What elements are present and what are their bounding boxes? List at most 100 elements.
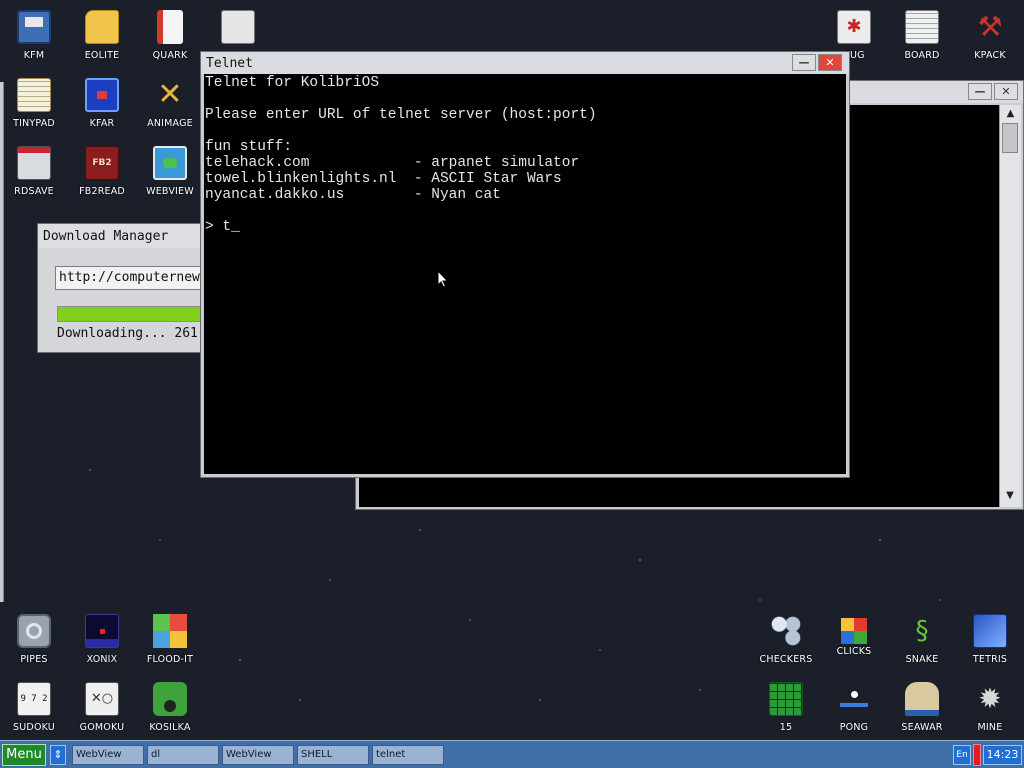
desktop-icon-fb2read[interactable]: FB2 FB2READ	[68, 138, 136, 204]
icon-label: KPACK	[974, 50, 1006, 61]
desktop-icon-tinypad[interactable]: TINYPAD	[0, 70, 68, 136]
notification-indicator[interactable]	[973, 744, 981, 766]
icon-label: PIPES	[20, 654, 48, 665]
download-progress-bar	[57, 306, 217, 322]
task-label: WebView	[76, 749, 122, 760]
book-icon: FB2	[85, 146, 119, 180]
desktop-icon-pipes[interactable]: PIPES	[0, 606, 68, 672]
desktop-icon-clicks[interactable]: CLICKS	[820, 606, 888, 672]
menu-button[interactable]: Menu	[2, 744, 46, 766]
desktop-icon-quark[interactable]: QUARK	[136, 2, 204, 68]
task-dl[interactable]: dl	[147, 745, 219, 765]
language-indicator[interactable]: En	[953, 745, 971, 765]
desktop-icon-kpack[interactable]: ⚒ KPACK	[956, 2, 1024, 68]
desktop-icon-pong[interactable]: PONG	[820, 674, 888, 740]
close-button[interactable]: ✕	[818, 54, 842, 71]
desktop-icon-kfar[interactable]: KFAR	[68, 70, 136, 136]
scroll-down-button[interactable]: ▼	[1000, 487, 1020, 505]
icon-label: TINYPAD	[13, 118, 55, 129]
window-title: Telnet	[206, 55, 253, 71]
window-switch-button[interactable]: ⇕	[50, 745, 66, 765]
fifteen-puzzle-icon	[769, 682, 803, 716]
notebook-icon	[157, 10, 183, 44]
desktop-icon-seawar[interactable]: SEAWAR	[888, 674, 956, 740]
download-status: Downloading... 261	[57, 326, 198, 341]
desktop-icon-checkers[interactable]: CHECKERS	[752, 606, 820, 672]
icon-label: WEBVIEW	[146, 186, 194, 197]
desktop-icon-sudoku[interactable]: 9 7 2 SUDOKU	[0, 674, 68, 740]
gomoku-icon: ✕○	[85, 682, 119, 716]
window-title: Download Manager	[43, 228, 169, 244]
desktop-icon-gomoku[interactable]: ✕○ GOMOKU	[68, 674, 136, 740]
calculator-icon	[221, 10, 255, 44]
pong-icon	[837, 682, 871, 716]
desktop-icon-kosilka[interactable]: KOSILKA	[136, 674, 204, 740]
terminal-line: > t_	[205, 219, 240, 235]
task-shell[interactable]: SHELL	[297, 745, 369, 765]
icon-label: FB2READ	[79, 186, 125, 197]
icon-label: SNAKE	[905, 654, 939, 665]
desktop-icon-tetris[interactable]: TETRIS	[956, 606, 1024, 672]
desktop-icon-xonix[interactable]: XONIX	[68, 606, 136, 672]
icon-label: ANIMAGE	[147, 118, 193, 129]
icon-label: KFAR	[89, 118, 115, 129]
icon-label: FLOOD-IT	[146, 654, 194, 665]
tetris-icon	[973, 614, 1007, 648]
notepad-icon	[17, 78, 51, 112]
scroll-up-button[interactable]: ▲	[1000, 105, 1021, 123]
icon-label: CHECKERS	[759, 654, 813, 665]
icon-label: SEAWAR	[901, 722, 943, 733]
pipes-icon	[17, 614, 51, 648]
checkers-icon	[769, 614, 803, 648]
task-webview-2[interactable]: WebView	[222, 745, 294, 765]
icon-label: CLICKS	[836, 646, 872, 657]
terminal-line: telehack.com - arpanet simulator	[205, 155, 580, 171]
desktop-icon-board[interactable]: BOARD	[888, 2, 956, 68]
minimize-button[interactable]: —	[792, 54, 816, 71]
mouse-cursor-icon	[437, 270, 449, 288]
url-field-value: http://computernew	[59, 270, 200, 285]
paint-tools-icon: ✕	[157, 77, 183, 112]
telnet-window: Telnet — ✕ Telnet for KolibriOS Please e…	[200, 51, 850, 478]
desktop-icon-mine[interactable]: ✹ MINE	[956, 674, 1024, 740]
rdsave-icon	[17, 146, 51, 180]
vertical-scrollbar[interactable]: ▲ ▼	[999, 105, 1021, 507]
scroll-thumb[interactable]	[1002, 123, 1018, 153]
desktop-icon-snake[interactable]: § SNAKE	[888, 606, 956, 672]
task-webview-1[interactable]: WebView	[72, 745, 144, 765]
icon-label: QUARK	[152, 50, 188, 61]
icon-label: KFM	[23, 50, 45, 61]
url-field[interactable]: http://computernew	[55, 266, 215, 290]
desktop-icon-kfm[interactable]: KFM	[0, 2, 68, 68]
icon-label: TETRIS	[972, 654, 1008, 665]
task-telnet[interactable]: telnet	[372, 745, 444, 765]
lawnmower-icon	[153, 682, 187, 716]
telnet-terminal[interactable]: Telnet for KolibriOS Please enter URL of…	[204, 74, 846, 474]
desktop-icon-eolite[interactable]: EOLITE	[68, 2, 136, 68]
icon-label: EOLITE	[84, 50, 120, 61]
terminal-line: nyancat.dakko.us - Nyan cat	[205, 187, 501, 203]
hammer-icon: ⚒	[977, 10, 1003, 43]
icon-label: PONG	[839, 722, 869, 733]
background-minimize-button[interactable]: —	[968, 83, 992, 100]
desktop-icon-rdsave[interactable]: RDSAVE	[0, 138, 68, 204]
clock[interactable]: 14:23	[983, 745, 1022, 765]
board-icon	[905, 10, 939, 44]
download-manager-titlebar[interactable]: Download Manager	[38, 224, 206, 248]
globe-icon	[153, 146, 187, 180]
desktop-icon-15[interactable]: 15	[752, 674, 820, 740]
icon-label: SUDOKU	[13, 722, 55, 733]
telnet-titlebar[interactable]: Telnet	[201, 52, 849, 74]
floppy-disk-icon	[17, 10, 51, 44]
desktop-icon-webview[interactable]: WEBVIEW	[136, 138, 204, 204]
icon-label: 15	[779, 722, 793, 733]
swap-arrows-icon: ⇕	[53, 748, 63, 761]
desktop-icon-flood-it[interactable]: FLOOD-IT	[136, 606, 204, 672]
task-label: SHELL	[301, 749, 333, 760]
desktop-icon-animage[interactable]: ✕ ANIMAGE	[136, 70, 204, 136]
background-close-button[interactable]: ✕	[994, 83, 1018, 100]
task-label: dl	[151, 749, 161, 760]
icon-label: KOSILKA	[149, 722, 191, 733]
